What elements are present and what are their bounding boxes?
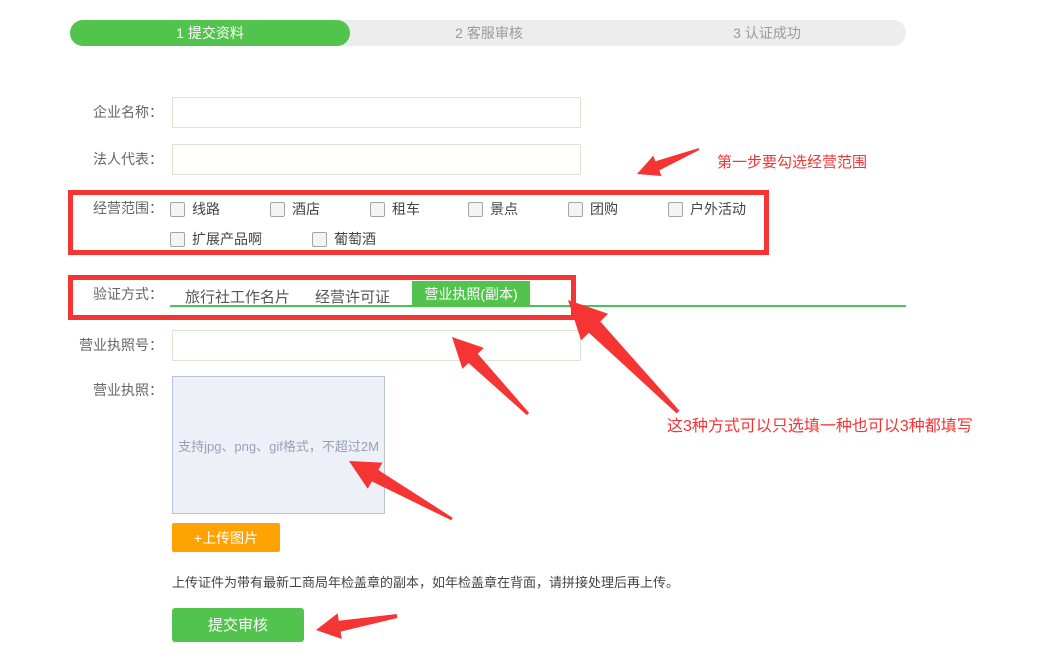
checkbox-icon[interactable]: [270, 202, 285, 217]
checkbox-label: 租车: [392, 199, 420, 219]
scope-option-putaojiu[interactable]: 葡萄酒: [312, 229, 376, 249]
business-scope-label: 经营范围：: [70, 201, 163, 215]
license-no-label: 营业执照号：: [70, 330, 163, 361]
annotation-method-note: 这3种方式可以只选填一种也可以3种都填写: [667, 412, 973, 436]
license-img-label: 营业执照：: [70, 382, 163, 398]
tab-operating-permit[interactable]: 经营许可证: [315, 286, 390, 307]
arrow-to-submit-button-icon: [316, 613, 397, 639]
annotation-scope-note: 第一步要勾选经营范围: [717, 151, 867, 172]
checkbox-label: 葡萄酒: [334, 229, 376, 249]
verify-method-label: 验证方式：: [70, 287, 163, 302]
legal-rep-input[interactable]: [172, 144, 581, 175]
scope-option-huwai[interactable]: 户外活动: [668, 199, 746, 219]
scope-option-zuche[interactable]: 租车: [370, 199, 420, 219]
checkbox-label: 线路: [192, 199, 220, 219]
checkbox-icon[interactable]: [170, 232, 185, 247]
upload-hint: 支持jpg、png、gif格式，不超过2M: [178, 436, 379, 455]
upload-dropzone[interactable]: 支持jpg、png、gif格式，不超过2M: [172, 376, 385, 514]
scope-option-tuangou[interactable]: 团购: [568, 199, 618, 219]
checkbox-icon[interactable]: [668, 202, 683, 217]
license-no-input[interactable]: [172, 330, 581, 361]
scope-option-jiudian[interactable]: 酒店: [270, 199, 320, 219]
company-name-input[interactable]: [172, 97, 581, 128]
checkbox-icon[interactable]: [170, 202, 185, 217]
checkbox-icon[interactable]: [370, 202, 385, 217]
checkbox-label: 酒店: [292, 199, 320, 219]
verification-form-page: 1 提交资料 2 客服审核 3 认证成功 企业名称： 法人代表： 经营范围： 线…: [0, 0, 1039, 663]
checkbox-icon[interactable]: [468, 202, 483, 217]
arrow-to-scope-box-icon: [637, 148, 699, 176]
tab-business-card[interactable]: 旅行社工作名片: [185, 286, 290, 307]
scope-option-jingdian[interactable]: 景点: [468, 199, 518, 219]
legal-rep-label: 法人代表：: [70, 144, 163, 175]
upload-note: 上传证件为带有最新工商局年检盖章的副本，如年检盖章在背面，请拼接处理后再上传。: [172, 572, 679, 591]
scope-option-xianlu[interactable]: 线路: [170, 199, 220, 219]
submit-review-button[interactable]: 提交审核: [172, 608, 304, 642]
checkbox-label: 团购: [590, 199, 618, 219]
checkbox-label: 户外活动: [690, 199, 746, 219]
tab-business-license-active[interactable]: 营业执照(副本): [412, 281, 530, 307]
checkbox-icon[interactable]: [568, 202, 583, 217]
company-name-label: 企业名称：: [70, 97, 163, 128]
step-2-service-review: 2 客服审核: [350, 20, 628, 46]
step-3-verified: 3 认证成功: [628, 20, 906, 46]
upload-image-button[interactable]: +上传图片: [172, 523, 280, 552]
arrow-to-tabs-icon: [568, 300, 679, 413]
step-1-submit-info: 1 提交资料: [70, 20, 350, 46]
checkbox-label: 景点: [490, 199, 518, 219]
scope-option-kuozhan[interactable]: 扩展产品啊: [170, 229, 262, 249]
checkbox-icon[interactable]: [312, 232, 327, 247]
checkbox-label: 扩展产品啊: [192, 229, 262, 249]
